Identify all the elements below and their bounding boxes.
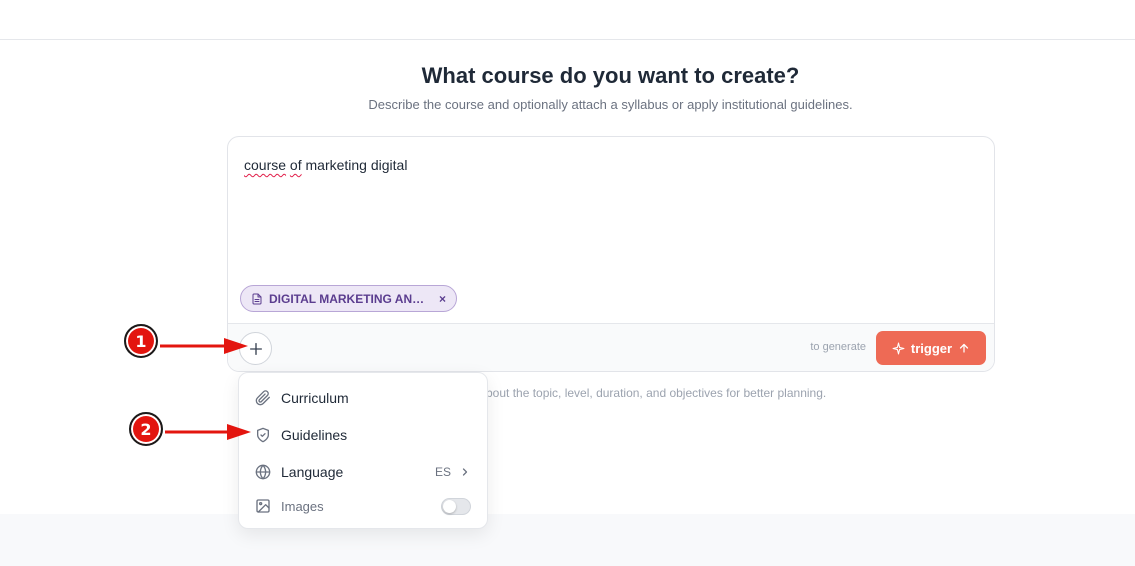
chevron-right-icon [462,468,468,476]
page-title: What course do you want to create? [421,63,800,88]
prompt-text-rest: marketing digital [305,157,408,173]
trigger-label: trigger [910,340,953,356]
top-bar [0,0,1135,40]
footer-band [0,514,1135,566]
remove-attachment-button[interactable]: × [439,292,446,306]
page-subtitle: Describe the course and optionally attac… [368,97,853,112]
options-menu: Curriculum Guidelines Language ES Images [238,372,488,529]
generate-hint: to generate [810,341,866,353]
menu-item-guidelines[interactable]: Guidelines [239,418,487,452]
paperclip-icon [255,390,271,406]
language-value: ES [434,465,451,479]
menu-item-curriculum[interactable]: Curriculum [239,381,487,415]
image-icon [255,498,271,514]
annotation-arrow-1 [160,338,248,354]
prompt-word-misspelled: of [289,157,302,173]
helper-text: bout the topic, level, duration, and obj… [486,386,827,400]
menu-item-images[interactable]: Images [239,489,487,523]
toggle-knob [443,499,456,513]
prompt-input[interactable]: course of marketing digital [244,157,407,173]
sparkle-icon [892,342,905,354]
document-icon [252,293,262,304]
attachment-name: DIGITAL MARKETING AN… [269,291,425,306]
images-toggle[interactable] [441,497,471,515]
menu-item-label: Guidelines [281,427,348,443]
menu-item-label: Curriculum [281,390,349,406]
globe-icon [255,464,271,480]
arrow-up-icon [959,343,969,353]
trigger-button[interactable]: trigger [876,331,986,365]
menu-item-language[interactable]: Language ES [239,455,487,489]
attachment-chip[interactable]: DIGITAL MARKETING AN… × [240,285,457,312]
course-composer: course of marketing digital DIGITAL MARK… [227,136,995,372]
menu-item-label: Language [281,464,344,480]
prompt-word-misspelled: course [244,157,287,173]
annotation-arrow-2 [165,424,251,440]
annotation-badge-1: 1 [124,324,158,358]
shield-check-icon [255,427,271,443]
composer-toolbar: to generate trigger [228,323,994,371]
annotation-badge-2: 2 [129,412,163,446]
menu-item-label: Images [281,498,324,514]
